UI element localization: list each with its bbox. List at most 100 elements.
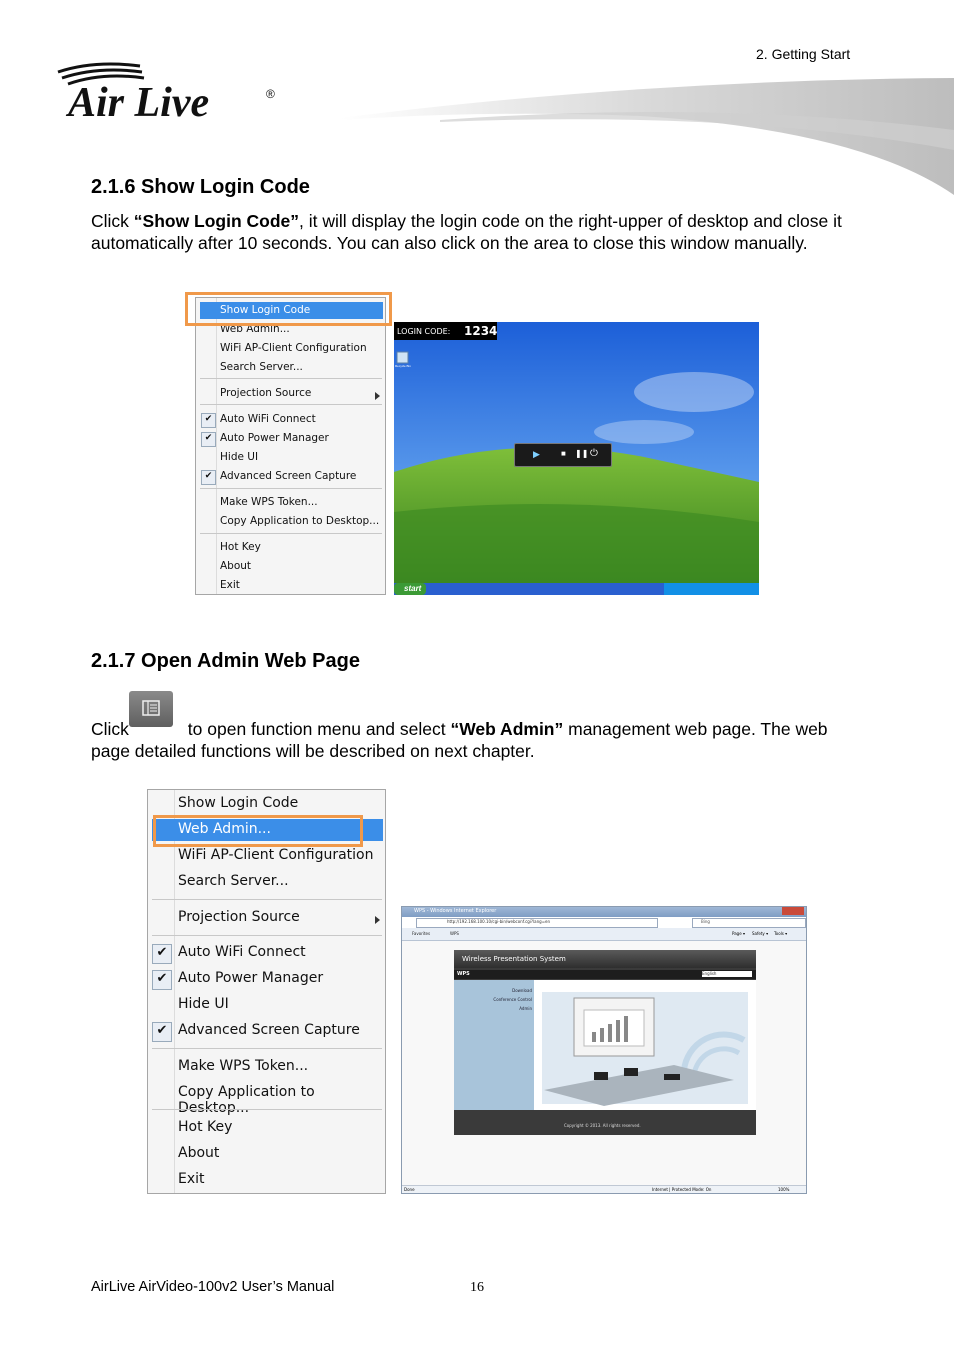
paragraph-text: to open function menu and select <box>182 719 451 739</box>
menu-item[interactable]: About <box>196 560 385 577</box>
nav-download[interactable]: Download <box>512 988 532 993</box>
browser-titlebar: WPS - Windows Internet Explorer <box>402 907 806 917</box>
menu-item[interactable]: WiFi AP-Client Configuration <box>196 342 385 359</box>
site-header: Wireless Presentation System <box>454 950 756 968</box>
tools-menu[interactable]: Tools ▾ <box>774 931 787 936</box>
menu-item[interactable]: Advanced Screen Capture ✔ <box>148 1022 385 1044</box>
search-box[interactable]: Bing <box>692 918 806 928</box>
section-title-2-1-7: 2.1.7 Open Admin Web Page <box>91 650 360 672</box>
submenu-arrow-icon <box>375 391 380 400</box>
menu-item[interactable]: Exit <box>196 579 385 596</box>
menu-item-label: Advanced Screen Capture <box>178 1022 360 1038</box>
menu-separator <box>152 1109 382 1110</box>
page-menu[interactable]: Page ▾ <box>732 931 745 936</box>
context-menu: Show Login Code Web Admin... WiFi AP-Clien… <box>195 297 386 595</box>
stop-icon[interactable]: ■ <box>561 449 566 458</box>
checkmark-icon: ✔ <box>201 470 216 485</box>
menu-item[interactable]: Hot Key <box>148 1119 385 1141</box>
play-icon[interactable]: ▶ <box>533 449 540 460</box>
login-code-box[interactable]: LOGIN CODE: 1234 <box>394 322 497 340</box>
site-main <box>534 980 756 1110</box>
menu-item[interactable]: Copy Application to Desktop... <box>196 515 385 532</box>
context-menu: Show Login Code Web Admin... WiFi AP-Clien… <box>147 789 386 1194</box>
checkmark-icon: ✔ <box>152 970 172 990</box>
section-paragraph-2-1-6: Click “Show Login Code”, it will display… <box>91 210 871 254</box>
menu-item[interactable]: Hot Key <box>196 541 385 558</box>
nav-admin[interactable]: Admin <box>519 1006 532 1011</box>
desktop-screenshot: start Recycle Bin LOGIN CODE: 1234 ▶ ■ ❚… <box>394 322 759 595</box>
address-bar[interactable]: http://192.168.100.10/cgi-bin/webconf.cg… <box>416 918 658 928</box>
menu-item[interactable]: Hide UI <box>148 996 385 1018</box>
status-text: Done <box>404 1187 415 1192</box>
menu-item-label: Exit <box>220 579 240 591</box>
zoom-level[interactable]: 100% <box>778 1187 789 1192</box>
power-icon[interactable]: ⏻ <box>590 448 598 459</box>
menu-item-label: Hide UI <box>178 996 229 1012</box>
browser-content: Wireless Presentation System WPS English… <box>402 941 806 1185</box>
menu-separator <box>200 378 382 379</box>
pause-icon[interactable]: ❚❚ <box>575 449 588 458</box>
menu-item-label: Copy Application to Desktop... <box>220 515 380 527</box>
language-select[interactable]: English <box>702 971 752 977</box>
site-bar: WPS English <box>454 970 756 979</box>
menu-item[interactable]: Make WPS Token... <box>196 496 385 513</box>
projection-control-bar[interactable]: ▶ ■ ❚❚ ⏻ <box>514 443 612 467</box>
menu-item[interactable]: Auto Power Manager ✔ <box>196 432 385 449</box>
menu-item[interactable]: Auto Power Manager ✔ <box>148 970 385 992</box>
highlight-frame <box>153 815 363 847</box>
menu-item[interactable]: Auto WiFi Connect ✔ <box>148 944 385 966</box>
menu-item[interactable]: Projection Source <box>148 909 385 931</box>
status-bar: Done Internet | Protected Mode: On 100% <box>402 1185 806 1193</box>
menu-item-label: Hot Key <box>220 541 261 553</box>
site-bar-label: WPS <box>457 971 470 977</box>
header-swoosh <box>340 78 954 195</box>
menu-item[interactable]: Copy Application to Desktop... <box>148 1084 385 1116</box>
paragraph-bold: “Show Login Code” <box>133 211 300 231</box>
menu-item[interactable]: Hide UI <box>196 451 385 468</box>
menu-item[interactable]: Exit <box>148 1171 385 1193</box>
menu-item-label: Exit <box>178 1171 205 1187</box>
menu-item-label: WiFi AP-Client Configuration <box>178 847 374 863</box>
menu-item[interactable]: Projection Source <box>196 387 385 404</box>
menu-launcher-icon <box>128 691 173 727</box>
menu-separator <box>152 935 382 936</box>
start-label[interactable]: start <box>404 584 421 593</box>
favorites-button[interactable]: Favorites <box>412 931 430 936</box>
favorites-bar: Favorites WPS Page ▾ Safety ▾ Tools ▾ <box>402 928 806 941</box>
menu-item[interactable]: Advanced Screen Capture ✔ <box>196 470 385 487</box>
security-zone: Internet | Protected Mode: On <box>652 1187 712 1192</box>
paragraph-text: Click <box>91 719 129 739</box>
paragraph-bold: “Web Admin” <box>450 719 564 739</box>
checkmark-icon: ✔ <box>201 432 216 447</box>
menu-item[interactable]: Show Login Code <box>148 795 385 817</box>
safety-menu[interactable]: Safety ▾ <box>752 931 768 936</box>
logo-swoosh: Air Live ® <box>57 62 275 126</box>
login-code-value: 1234 <box>464 324 498 338</box>
menu-item[interactable]: Search Server... <box>196 361 385 378</box>
nav-conference-control[interactable]: Conference Control <box>493 997 532 1002</box>
menu-item-label: About <box>220 560 252 572</box>
menu-separator <box>200 404 382 405</box>
menu-item-label: Projection Source <box>178 909 300 925</box>
checkmark-icon: ✔ <box>152 944 172 964</box>
airlive-logo: Air Live ® <box>54 58 284 126</box>
window-controls-icon[interactable] <box>782 907 804 915</box>
menu-item[interactable]: About <box>148 1145 385 1167</box>
menu-item-label: Copy Application to Desktop... <box>178 1084 315 1116</box>
menu-item-label: WiFi AP-Client Configuration <box>220 342 367 354</box>
url-text: http://192.168.100.10/cgi-bin/webconf.cg… <box>447 919 551 924</box>
menu-separator <box>152 899 382 900</box>
site-title: Wireless Presentation System <box>462 955 566 963</box>
menu-item[interactable]: Make WPS Token... <box>148 1058 385 1080</box>
browser-tab[interactable]: WPS <box>450 931 459 936</box>
section-paragraph-2-1-7: Click to open function menu and select “… <box>91 691 871 762</box>
menu-item[interactable]: Auto WiFi Connect ✔ <box>196 413 385 430</box>
checkmark-icon: ✔ <box>201 413 216 428</box>
menu-item[interactable]: Search Server... <box>148 873 385 895</box>
menu-item-label: Show Login Code <box>178 795 299 811</box>
menu-item-label: Search Server... <box>178 873 289 889</box>
section-title-2-1-6: 2.1.6 Show Login Code <box>91 176 310 198</box>
menu-item[interactable]: WiFi AP-Client Configuration <box>148 847 385 869</box>
submenu-arrow-icon <box>375 916 380 924</box>
menu-item-label: Hot Key <box>178 1119 233 1135</box>
